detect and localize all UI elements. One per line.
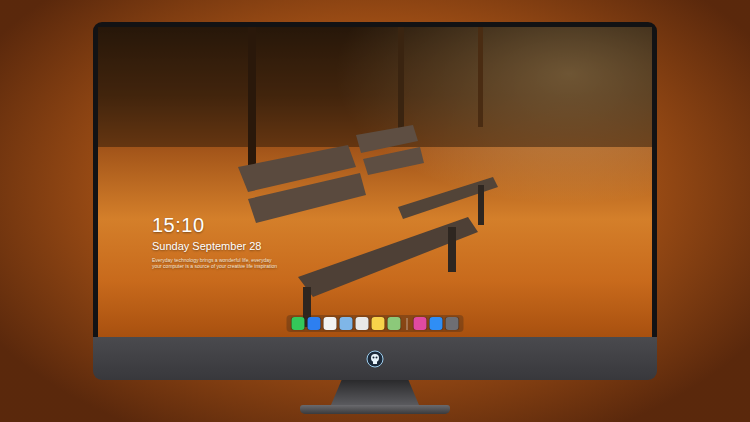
brand-logo-icon [366, 350, 384, 368]
monitor: 15:10 Sunday September 28 Everyday technol… [93, 22, 657, 414]
app-icon[interactable] [446, 317, 459, 330]
app-icon[interactable] [372, 317, 385, 330]
app-icon[interactable] [292, 317, 305, 330]
app-icon[interactable] [308, 317, 321, 330]
lock-clock-widget: 15:10 Sunday September 28 Everyday technol… [152, 213, 277, 269]
clock-time: 15:10 [152, 213, 277, 237]
dock-separator [407, 318, 408, 330]
dock [287, 315, 464, 332]
app-icon[interactable] [430, 317, 443, 330]
desktop-screen: 15:10 Sunday September 28 Everyday technol… [98, 27, 652, 337]
app-icon[interactable] [414, 317, 427, 330]
app-icon[interactable] [324, 317, 337, 330]
wallpaper-photo [98, 27, 652, 337]
clock-date: Sunday September 28 [152, 239, 277, 253]
app-icon[interactable] [340, 317, 353, 330]
caption-line: your computer is a source of your creati… [152, 263, 277, 269]
caption-line: Everyday technology brings a wonderful l… [152, 257, 277, 263]
caption-text: Everyday technology brings a wonderful l… [152, 257, 277, 269]
monitor-stand [331, 380, 419, 405]
monitor-base [300, 405, 450, 414]
app-icon[interactable] [356, 317, 369, 330]
monitor-bezel: 15:10 Sunday September 28 Everyday technol… [93, 22, 657, 337]
monitor-chin [93, 337, 657, 380]
app-icon[interactable] [388, 317, 401, 330]
